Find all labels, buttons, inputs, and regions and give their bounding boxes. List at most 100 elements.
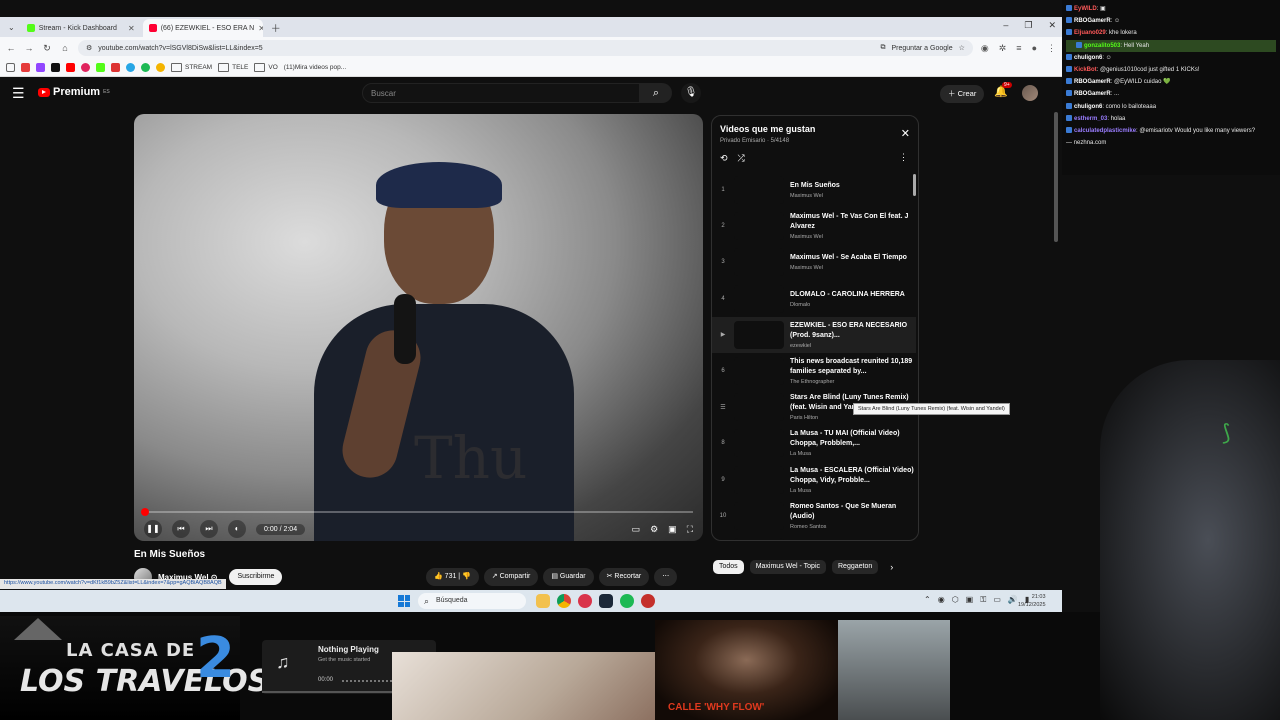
- filter-chip[interactable]: Reggaeton: [832, 560, 879, 574]
- playlist-item-thumbnail[interactable]: [734, 393, 784, 422]
- playlist-item-thumbnail[interactable]: [734, 248, 784, 277]
- bookmark-folder-tele[interactable]: TELE: [218, 63, 248, 72]
- save-button[interactable]: ▤ Guardar: [543, 568, 594, 586]
- bookmark-icon[interactable]: [21, 63, 30, 72]
- bookmark-icon[interactable]: [36, 63, 45, 72]
- playlist-item[interactable]: Cuando No Era Cantante: [712, 534, 916, 540]
- playlist-item-thumbnail[interactable]: [734, 501, 784, 530]
- playlist-item-title[interactable]: Maximus Wel - Te Vas Con El feat. J Alva…: [790, 212, 916, 232]
- playlist-item-thumbnail[interactable]: [734, 357, 784, 386]
- settings-gear-icon[interactable]: ⚙: [650, 524, 658, 535]
- tray-app-icon[interactable]: ⚿: [980, 595, 986, 605]
- like-button[interactable]: 👍 731 | 👎: [426, 568, 479, 586]
- bookmark-icon[interactable]: [66, 63, 75, 72]
- address-bar[interactable]: ⚙ youtube.com/watch?v=lSGVl8DiSw&list=LL…: [78, 40, 973, 56]
- playlist-item[interactable]: ▶ EZEWKIEL - ESO ERA NECESARIO (Prod. 9sa…: [712, 316, 916, 353]
- chevron-up-icon[interactable]: ⌃: [924, 595, 931, 605]
- close-icon[interactable]: ✕: [128, 24, 135, 33]
- bookmark-folder-stream[interactable]: STREAM: [171, 63, 212, 72]
- playlist-item[interactable]: 8 La Musa - TU MAI (Official Video) Chopp…: [712, 425, 916, 461]
- home-icon[interactable]: ⌂: [60, 43, 70, 53]
- extensions-icon[interactable]: ✲: [999, 43, 1007, 54]
- playlist-item-thumbnail[interactable]: [734, 176, 784, 205]
- bookmark-icon[interactable]: [51, 63, 60, 72]
- chat-username[interactable]: RBOGamerR: [1074, 18, 1111, 24]
- chat-username[interactable]: EyWILD: [1074, 6, 1097, 12]
- chat-username[interactable]: KickBot: [1074, 67, 1097, 73]
- tab-youtube[interactable]: (66) EZEWKIEL - ESO ERA N ✕: [142, 19, 263, 37]
- clip-button[interactable]: ✂ Recortar: [598, 568, 650, 586]
- bookmark-icon[interactable]: [111, 63, 120, 72]
- bookmark-icon[interactable]: [156, 63, 165, 72]
- pause-icon[interactable]: ❚❚: [144, 520, 162, 538]
- playlist-item[interactable]: 3 Maximus Wel - Se Acaba El Tiempo Maximus…: [712, 244, 916, 280]
- playlist-title[interactable]: Videos que me gustan: [720, 124, 910, 134]
- forward-icon[interactable]: →: [24, 43, 34, 53]
- dislike-icon[interactable]: 👎: [462, 573, 471, 580]
- theater-mode-icon[interactable]: ▣: [668, 524, 677, 535]
- ask-google-button[interactable]: Preguntar a Google: [892, 45, 953, 52]
- playlist-item-title[interactable]: DLOMALO - CAROLINA HERRERA: [790, 290, 916, 300]
- playlist-item-title[interactable]: Maximus Wel - Se Acaba El Tiempo: [790, 253, 916, 263]
- more-vert-icon[interactable]: ⋮: [899, 152, 908, 163]
- chrome-icon[interactable]: [557, 594, 571, 608]
- create-button[interactable]: ＋ Crear: [940, 85, 985, 103]
- playlist-item[interactable]: 1 En Mis Sueños Maximus Wel: [712, 172, 916, 208]
- chevron-right-icon[interactable]: ›: [890, 562, 893, 572]
- playlist-item-title[interactable]: This news broadcast reunited 10,189 fami…: [790, 357, 916, 377]
- media-icon[interactable]: ≡: [1016, 43, 1021, 54]
- chat-username[interactable]: estherm_03: [1074, 116, 1107, 122]
- menu-icon[interactable]: ⋮: [1047, 43, 1056, 54]
- file-explorer-icon[interactable]: [536, 594, 550, 608]
- windows-start-icon[interactable]: [398, 595, 410, 607]
- progress-bar[interactable]: [144, 511, 693, 513]
- playlist-item-thumbnail[interactable]: [734, 537, 784, 540]
- back-icon[interactable]: ←: [6, 43, 16, 53]
- filter-chip[interactable]: Todos: [713, 560, 744, 574]
- filter-chip[interactable]: Maximus Wel - Topic: [749, 560, 826, 574]
- playlist-item[interactable]: 4 DLOMALO - CAROLINA HERRERA Dlomalo: [712, 281, 916, 317]
- apps-icon[interactable]: [6, 63, 15, 72]
- taskbar-search-input[interactable]: Búsqueda: [418, 593, 526, 609]
- microphone-icon[interactable]: 🎙: [681, 83, 701, 103]
- tray-app-icon[interactable]: ▣: [966, 595, 974, 605]
- search-icon[interactable]: ⌕: [640, 83, 672, 103]
- fullscreen-icon[interactable]: ⛶: [687, 524, 693, 535]
- playlist-item-thumbnail[interactable]: [734, 320, 784, 349]
- previous-icon[interactable]: ⏮: [172, 520, 190, 538]
- tray-app-icon[interactable]: ◉: [938, 595, 945, 605]
- playlist-scrollbar[interactable]: [913, 174, 916, 196]
- minimize-icon[interactable]: –: [1003, 20, 1008, 31]
- read-aloud-icon[interactable]: ◉: [981, 43, 989, 54]
- video-player[interactable]: Thu ❚❚ ⏮ ⏭ ◐ 0:00 / 2:04 ▭ ⚙ ▣ ⛶: [134, 114, 703, 541]
- playlist-item[interactable]: 6 This news broadcast reunited 10,189 fam…: [712, 353, 916, 389]
- tab-kick[interactable]: Stream - Kick Dashboard ✕: [21, 19, 141, 37]
- reload-icon[interactable]: ↻: [42, 43, 52, 54]
- bookmark-icon[interactable]: [96, 63, 105, 72]
- bookmark-popular-videos[interactable]: (11)Mira videos pop...: [284, 64, 346, 71]
- bookmark-icon[interactable]: [126, 63, 135, 72]
- bookmark-folder-vo[interactable]: VO: [254, 63, 277, 72]
- playlist-item[interactable]: 2 Maximus Wel - Te Vas Con El feat. J Alv…: [712, 208, 916, 244]
- star-icon[interactable]: ☆: [959, 44, 965, 52]
- close-window-icon[interactable]: ✕: [1048, 20, 1056, 31]
- playlist-item-thumbnail[interactable]: [734, 284, 784, 313]
- tray-app-icon[interactable]: ⬡: [952, 595, 959, 605]
- close-icon[interactable]: ✕: [901, 127, 910, 140]
- chat-username[interactable]: gonzalito503: [1084, 43, 1120, 49]
- chat-username[interactable]: Eljuano029: [1074, 30, 1106, 36]
- playlist-item-title[interactable]: EZEWKIEL - ESO ERA NECESARIO (Prod. 9san…: [790, 321, 916, 341]
- new-tab-button[interactable]: ＋: [265, 20, 287, 35]
- share-button[interactable]: ↗ Compartir: [483, 568, 539, 586]
- playlist-item[interactable]: 9 La Musa - ESCALERA (Official Video) Cho…: [712, 462, 916, 498]
- playlist-item-title[interactable]: La Musa - TU MAI (Official Video) Choppa…: [790, 429, 916, 449]
- playlist-item-title[interactable]: La Musa - ESCALERA (Official Video) Chop…: [790, 466, 916, 486]
- taskbar-clock[interactable]: 21:03 19/12/2025: [1018, 593, 1046, 609]
- notifications-bell-icon[interactable]: 🔔 9+: [994, 82, 1012, 98]
- obs-icon[interactable]: [578, 594, 592, 608]
- next-icon[interactable]: ⏭: [200, 520, 218, 538]
- install-icon[interactable]: ⧉: [881, 44, 886, 52]
- playlist-item-thumbnail[interactable]: [734, 212, 784, 241]
- playlist-item-thumbnail[interactable]: [734, 465, 784, 494]
- site-info-icon[interactable]: ⚙: [86, 44, 92, 52]
